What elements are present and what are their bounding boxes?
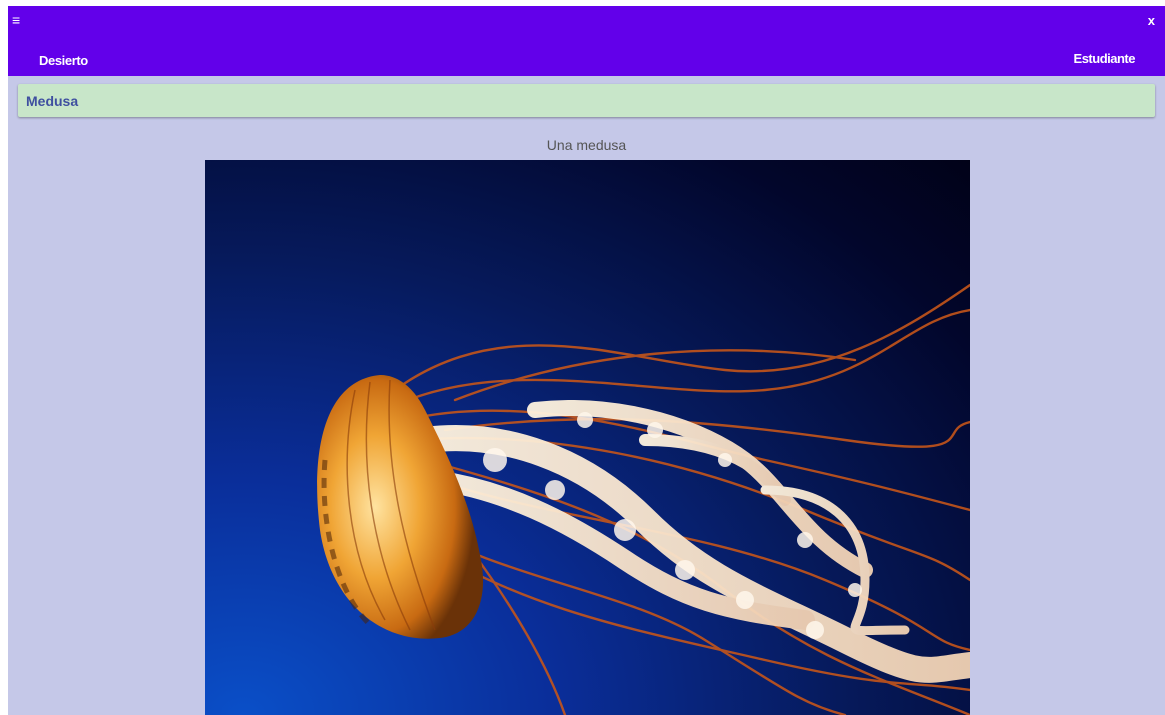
image-caption: Una medusa xyxy=(546,137,627,153)
jellyfish-image xyxy=(205,160,970,715)
section-header: Medusa xyxy=(18,84,1155,117)
section-title: Medusa xyxy=(26,93,79,109)
app-frame: ≡ x Desierto Estudiante Medusa Una medus… xyxy=(8,6,1165,715)
nav-link-desierto[interactable]: Desierto xyxy=(39,53,88,68)
hamburger-menu-icon[interactable]: ≡ xyxy=(12,12,20,28)
close-icon[interactable]: x xyxy=(1148,13,1155,29)
top-app-bar: ≡ x Desierto Estudiante xyxy=(8,6,1165,76)
jellyfish-illustration xyxy=(317,283,970,715)
nav-link-estudiante[interactable]: Estudiante xyxy=(1074,51,1136,66)
